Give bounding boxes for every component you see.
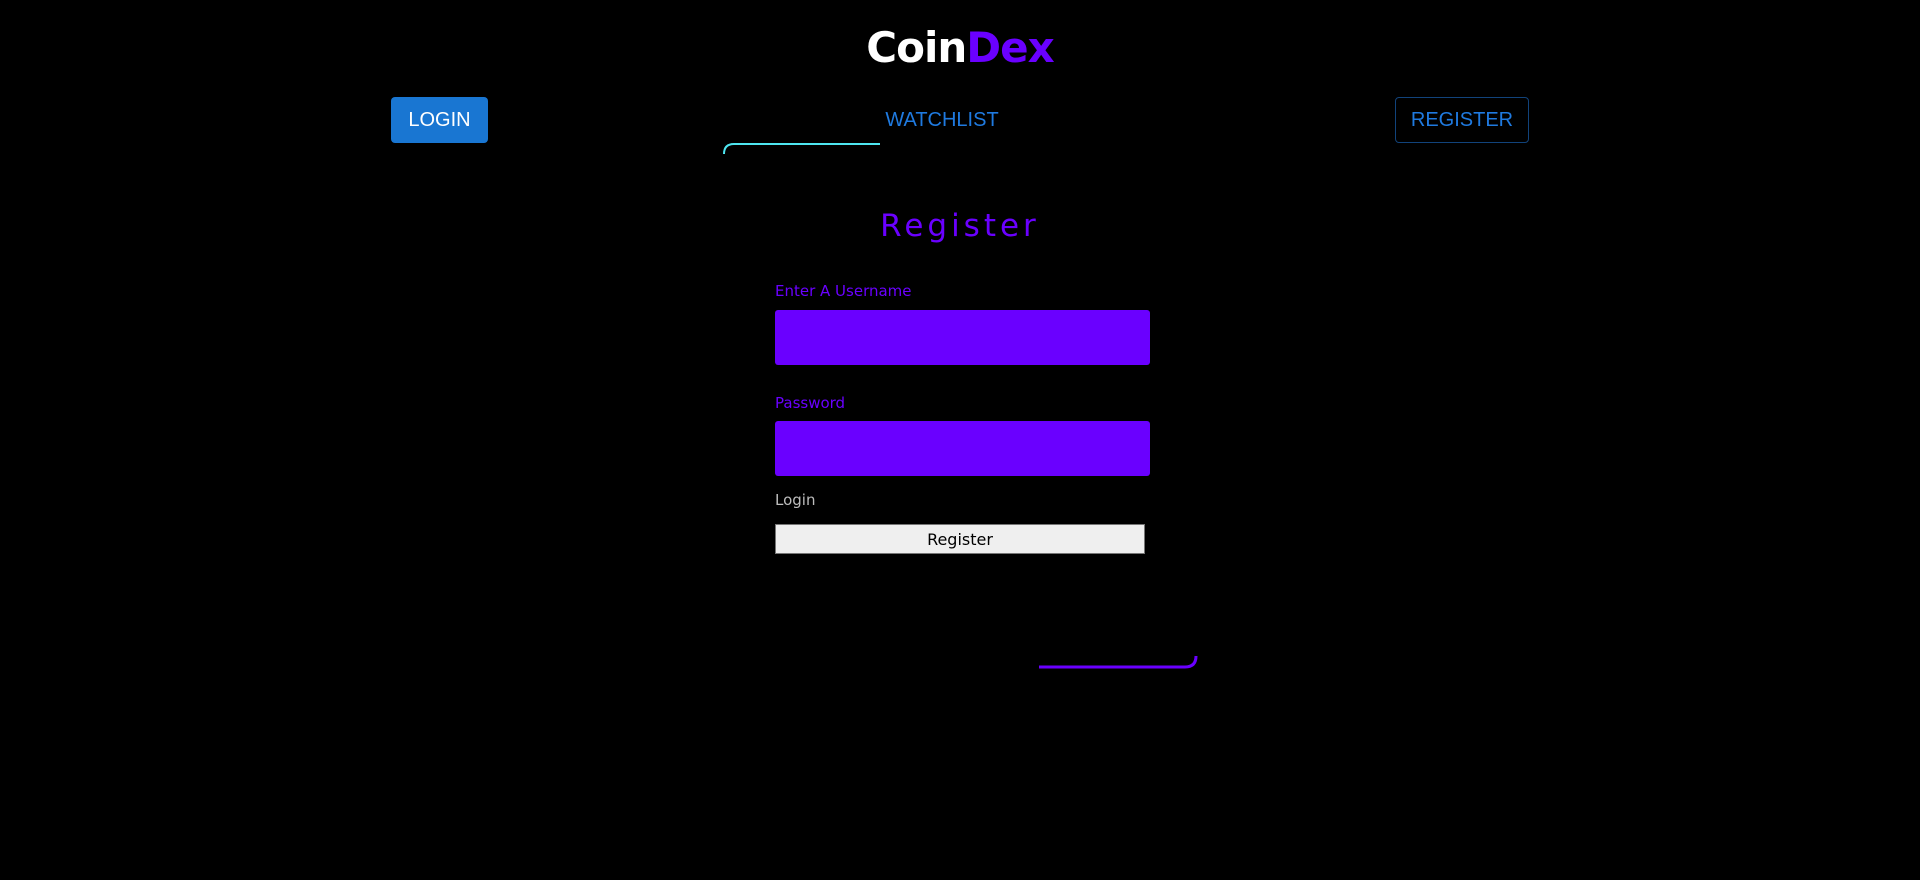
password-input[interactable] (775, 421, 1150, 476)
logo-part-dex: Dex (966, 23, 1054, 72)
username-input[interactable] (775, 310, 1150, 365)
login-link[interactable]: Login (775, 491, 815, 509)
app-logo: CoinDex (0, 18, 1920, 78)
frame-bottom-edge (1039, 655, 1198, 669)
frame-top-edge (723, 143, 880, 155)
logo-part-coin: Coin (866, 23, 967, 72)
password-label: Password (775, 394, 846, 412)
nav-register-button[interactable]: REGISTER (1395, 97, 1529, 143)
nav-login-button[interactable]: LOGIN (391, 97, 488, 143)
username-label: Enter A Username (775, 282, 912, 300)
nav-watchlist-link[interactable]: WATCHLIST (882, 97, 1002, 143)
form-title: Register (880, 208, 1040, 244)
register-submit-button[interactable]: Register (775, 524, 1145, 554)
